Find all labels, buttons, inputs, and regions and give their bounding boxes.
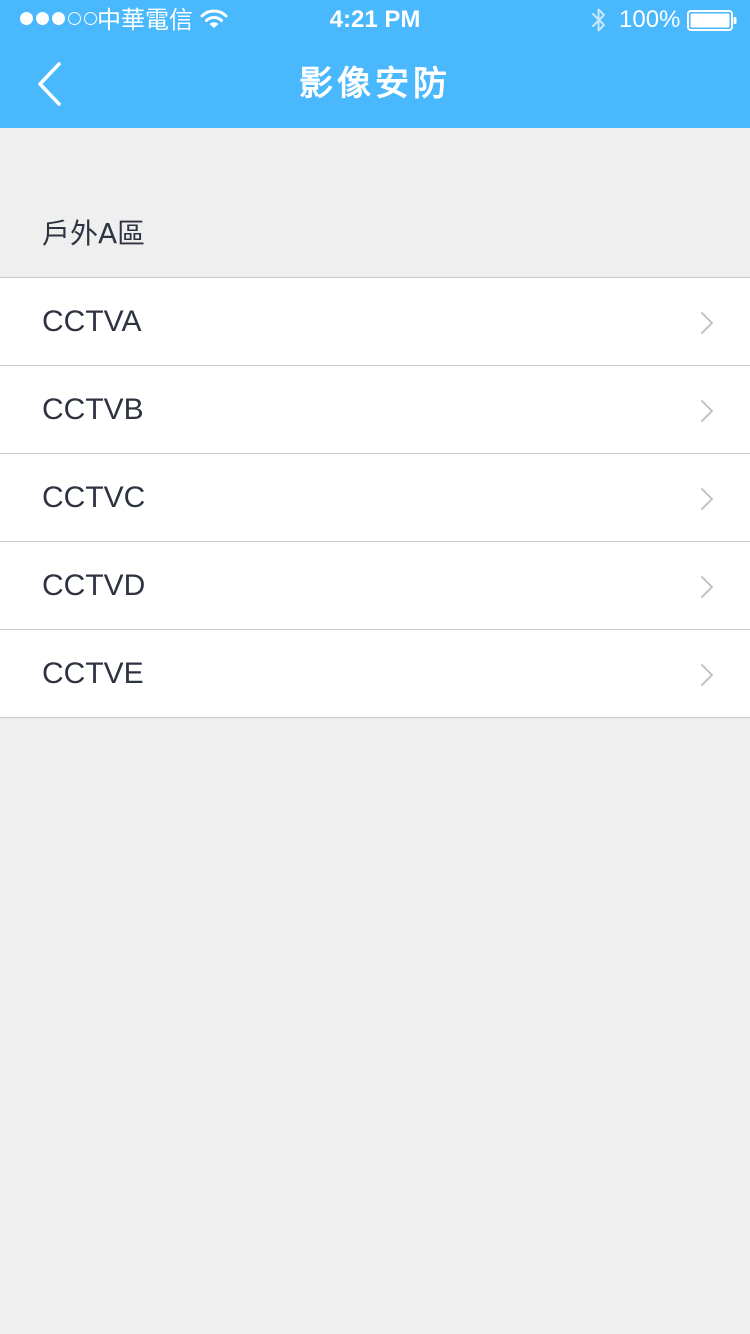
list-item-label: CCTVA bbox=[42, 305, 142, 338]
status-bar: 中華電信 4:21 PM 100% bbox=[0, 0, 750, 40]
battery-icon bbox=[687, 10, 737, 31]
chevron-right-icon bbox=[701, 576, 713, 598]
list-item-cctva[interactable]: CCTVA bbox=[0, 278, 750, 366]
list-item-cctvb[interactable]: CCTVB bbox=[0, 366, 750, 454]
top-bar: 中華電信 4:21 PM 100% 影像安防 bbox=[0, 0, 750, 128]
section-header: 戶外A區 bbox=[42, 217, 146, 250]
list-item-label: CCTVC bbox=[42, 481, 146, 514]
nav-title-container: 影像安防 bbox=[0, 34, 750, 134]
navigation-bar: 影像安防 bbox=[0, 40, 750, 128]
list-item-label: CCTVE bbox=[42, 657, 144, 690]
list-item-label: CCTVD bbox=[42, 569, 146, 602]
chevron-right-icon bbox=[701, 664, 713, 686]
list-item-cctve[interactable]: CCTVE bbox=[0, 630, 750, 718]
list-item-cctvd[interactable]: CCTVD bbox=[0, 542, 750, 630]
battery-percentage: 100% bbox=[619, 6, 681, 33]
page-title: 影像安防 bbox=[299, 64, 451, 104]
chevron-right-icon bbox=[701, 400, 713, 422]
camera-list: CCTVA CCTVB CCTVC CCTVD CCTVE bbox=[0, 277, 750, 718]
list-item-cctvc[interactable]: CCTVC bbox=[0, 454, 750, 542]
chevron-right-icon bbox=[701, 312, 713, 334]
chevron-right-icon bbox=[701, 488, 713, 510]
back-button[interactable] bbox=[18, 52, 82, 116]
bluetooth-icon bbox=[592, 8, 605, 32]
chevron-left-icon bbox=[38, 62, 61, 106]
list-item-label: CCTVB bbox=[42, 393, 144, 426]
